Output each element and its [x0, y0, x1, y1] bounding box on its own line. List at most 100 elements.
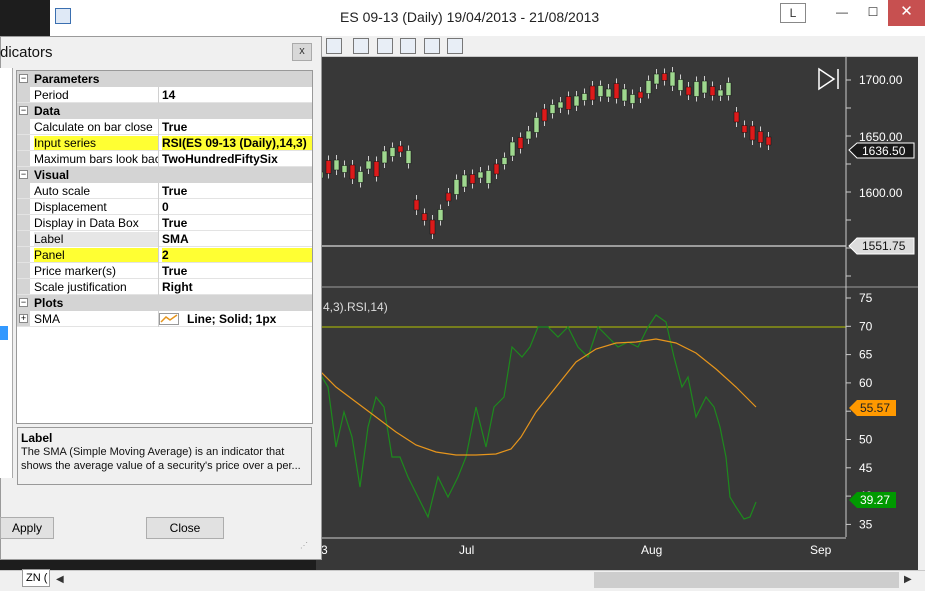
description-title: Label: [21, 431, 53, 445]
candle-body: [677, 79, 684, 91]
candle-body: [373, 161, 380, 177]
last-price-marker-label: 1636.50: [862, 144, 906, 158]
rsi-tick-label: 70: [859, 319, 873, 333]
row-gutter: [17, 151, 30, 166]
candle-body: [645, 80, 652, 94]
apply-button[interactable]: Apply: [0, 517, 54, 539]
property-value[interactable]: True: [162, 216, 312, 230]
rsi-tick-label: 35: [859, 517, 873, 531]
candle-body: [349, 164, 356, 180]
property-name: Period: [34, 88, 69, 102]
candle-body: [613, 83, 620, 99]
sma-line: [315, 338, 757, 456]
candle-body: [637, 91, 644, 99]
collapse-icon[interactable]: −: [19, 170, 28, 179]
row-gutter: [17, 135, 30, 150]
scroll-right-arrow-icon[interactable]: ▶: [904, 574, 912, 585]
property-value[interactable]: 2: [162, 248, 312, 262]
property-row-displacement[interactable]: Displacement 0: [17, 199, 312, 215]
category-data[interactable]: − Data: [17, 103, 312, 119]
candle-body: [717, 89, 724, 97]
row-gutter: [17, 183, 30, 198]
property-row-input-series[interactable]: Input series RSI(ES 09-13 (Daily),14,3): [17, 135, 312, 151]
candle-body: [493, 163, 500, 175]
close-button[interactable]: Close: [146, 517, 224, 539]
row-gutter: [17, 279, 30, 294]
category-parameters[interactable]: − Parameters: [17, 71, 312, 87]
property-value[interactable]: True: [162, 120, 312, 134]
candle-body: [485, 170, 492, 184]
property-row-price-markers[interactable]: Price marker(s) True: [17, 263, 312, 279]
minimize-button[interactable]: —: [826, 0, 858, 26]
resize-grip-icon[interactable]: ⋰: [300, 541, 308, 550]
panel-divider[interactable]: [316, 286, 918, 288]
candle-body: [341, 165, 348, 173]
property-row-auto-scale[interactable]: Auto scale True: [17, 183, 312, 199]
property-row-panel[interactable]: Panel 2: [17, 247, 312, 263]
collapse-icon[interactable]: −: [19, 298, 28, 307]
dialog-close-icon[interactable]: x: [292, 43, 312, 61]
property-value[interactable]: Line; Solid; 1px: [187, 312, 309, 326]
scroll-left-arrow-icon[interactable]: ◀: [56, 574, 64, 585]
property-name: Input series: [34, 136, 158, 150]
bar-type-icon[interactable]: [353, 38, 369, 54]
chart-tab-zn[interactable]: ZN (: [22, 569, 50, 587]
candle-body: [453, 179, 460, 195]
indicator-list-panel[interactable]: [0, 68, 13, 478]
indicators-icon[interactable]: [400, 38, 416, 54]
rsi-tick-label: 75: [859, 291, 873, 305]
properties-icon[interactable]: [447, 38, 463, 54]
candle-body: [629, 94, 636, 104]
property-name: Display in Data Box: [34, 216, 139, 230]
property-value[interactable]: SMA: [162, 232, 312, 246]
property-value[interactable]: True: [162, 184, 312, 198]
candle-body: [573, 95, 580, 107]
property-value[interactable]: RSI(ES 09-13 (Daily),14,3): [162, 136, 312, 150]
candle-body: [693, 81, 700, 97]
column-divider: [158, 263, 159, 279]
column-divider: [158, 247, 159, 263]
indicator-list-selection[interactable]: [0, 326, 8, 340]
layout-button[interactable]: L: [780, 3, 806, 23]
candle-body: [549, 104, 556, 114]
column-divider: [158, 135, 159, 151]
candle-body: [461, 174, 468, 188]
property-row-period[interactable]: Period 14: [17, 87, 312, 103]
expand-icon[interactable]: +: [19, 314, 28, 323]
candlestick-icon[interactable]: [377, 38, 393, 54]
candle-body: [405, 150, 412, 164]
candle-body: [589, 85, 596, 101]
property-value[interactable]: Right: [162, 280, 312, 294]
rsi-value-marker-label: 39.27: [860, 493, 890, 507]
strategies-icon[interactable]: [424, 38, 440, 54]
property-row-sma-plot[interactable]: + SMA Line; Solid; 1px: [17, 311, 312, 327]
property-row-scale-justification[interactable]: Scale justification Right: [17, 279, 312, 295]
zoom-icon[interactable]: [326, 38, 342, 54]
property-value[interactable]: 14: [162, 88, 312, 102]
property-value[interactable]: 0: [162, 200, 312, 214]
price-tick-label: 1700.00: [859, 73, 903, 87]
line-style-icon: [159, 313, 179, 325]
property-row-display-in-data-box[interactable]: Display in Data Box True: [17, 215, 312, 231]
property-value[interactable]: TwoHundredFiftySix: [162, 152, 312, 166]
window-close-button[interactable]: ✕: [888, 0, 925, 26]
candle-body: [541, 108, 548, 122]
jump-to-end-icon[interactable]: [818, 67, 839, 91]
candle-body: [397, 145, 404, 153]
collapse-icon[interactable]: −: [19, 106, 28, 115]
maximize-button[interactable]: ☐: [858, 0, 888, 26]
collapse-icon[interactable]: −: [19, 74, 28, 83]
property-row-label[interactable]: Label SMA: [17, 231, 312, 247]
column-divider: [158, 151, 159, 167]
property-row-maximum-bars-look-back[interactable]: Maximum bars look back TwoHundredFiftySi…: [17, 151, 312, 167]
candle-body: [725, 82, 732, 96]
time-tick-label: Sep: [810, 543, 832, 557]
horizontal-scrollbar-thumb[interactable]: [594, 572, 899, 588]
row-gutter: [17, 263, 30, 278]
category-plots[interactable]: − Plots: [17, 295, 312, 311]
column-divider: [158, 215, 159, 231]
category-visual[interactable]: − Visual: [17, 167, 312, 183]
chart-area[interactable]: 4,3).RSI,14) 1700.00 1650.00 1600.00 163…: [315, 57, 918, 572]
property-value[interactable]: True: [162, 264, 312, 278]
property-row-calculate-on-bar-close[interactable]: Calculate on bar close True: [17, 119, 312, 135]
